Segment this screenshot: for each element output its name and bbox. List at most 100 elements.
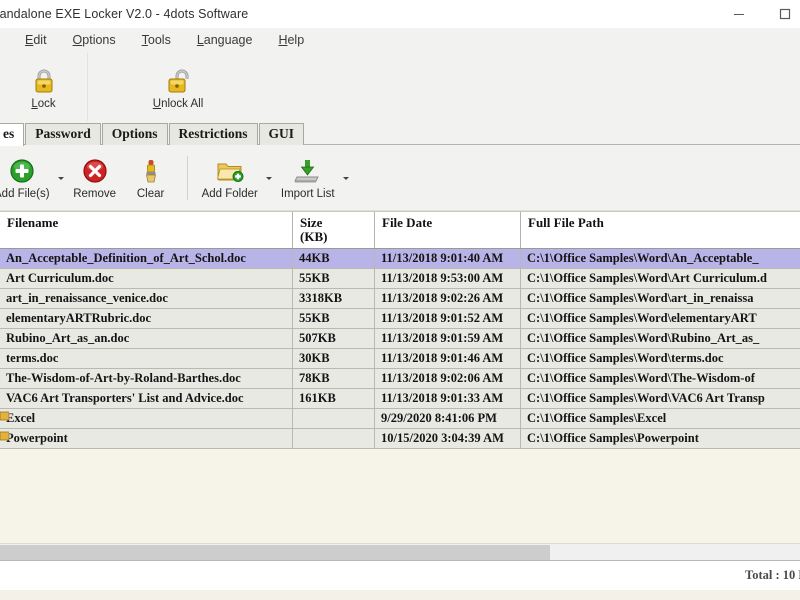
cell-filename: Excel	[0, 409, 293, 428]
tab-strip: es Password Options Restrictions GUI	[0, 121, 800, 145]
title-bar: tandalone EXE Locker V2.0 - 4dots Softwa…	[0, 0, 800, 28]
cell-fullfilepath: C:\1\Office Samples\Excel	[521, 409, 800, 428]
brush-icon	[138, 156, 164, 186]
cell-filedate: 10/15/2020 3:04:39 AM	[375, 429, 521, 448]
import-download-icon	[294, 156, 322, 186]
table-row[interactable]: Rubino_Art_as_an.doc 507KB 11/13/2018 9:…	[0, 329, 800, 349]
remove-button[interactable]: Remove	[67, 156, 123, 200]
tab-options[interactable]: Options	[102, 123, 168, 145]
status-total-label: Total : 10 F	[745, 568, 800, 583]
column-header-size-line2: (KB)	[300, 229, 327, 244]
toolbar-separator	[187, 156, 188, 200]
add-folder-dropdown-icon[interactable]	[264, 163, 275, 193]
table-row[interactable]: The-Wisdom-of-Art-by-Roland-Barthes.doc …	[0, 369, 800, 389]
clear-label: Clear	[137, 188, 164, 200]
table-row[interactable]: art_in_renaissance_venice.doc 3318KB 11/…	[0, 289, 800, 309]
menu-item-tools[interactable]: Tools	[129, 28, 184, 53]
cell-filename: An_Acceptable_Definition_of_Art_Schol.do…	[0, 249, 293, 268]
table-row[interactable]: Art Curriculum.doc 55KB 11/13/2018 9:53:…	[0, 269, 800, 289]
cell-filename: terms.doc	[0, 349, 293, 368]
unlock-all-button[interactable]: Unlock All	[153, 65, 204, 110]
column-header-filedate[interactable]: File Date	[375, 212, 521, 248]
window-title: tandalone EXE Locker V2.0 - 4dots Softwa…	[0, 7, 248, 21]
table-row[interactable]: VAC6 Art Transporters' List and Advice.d…	[0, 389, 800, 409]
cell-filedate: 11/13/2018 9:01:59 AM	[375, 329, 521, 348]
table-row[interactable]: An_Acceptable_Definition_of_Art_Schol.do…	[0, 249, 800, 269]
cell-filename: VAC6 Art Transporters' List and Advice.d…	[0, 389, 293, 408]
tab-files[interactable]: es	[0, 123, 24, 146]
lock-group: Lock	[0, 53, 88, 121]
cell-filedate: 11/13/2018 9:01:40 AM	[375, 249, 521, 268]
cell-fullfilepath: C:\1\Office Samples\Word\Art Curriculum.…	[521, 269, 800, 288]
grid-header-row: Filename Size (KB) File Date Full File P…	[0, 211, 800, 249]
menu-item-options[interactable]: Options	[60, 28, 129, 53]
table-row[interactable]: Excel 9/29/2020 8:41:06 PM C:\1\Office S…	[0, 409, 800, 429]
menu-label-language: anguage	[204, 33, 253, 47]
column-header-size[interactable]: Size (KB)	[293, 212, 375, 248]
lock-button-label: Lock	[31, 98, 55, 110]
tab-password[interactable]: Password	[25, 123, 101, 145]
menu-accel-language: L	[197, 33, 204, 47]
cell-fullfilepath: C:\1\Office Samples\Word\art_in_renaissa	[521, 289, 800, 308]
add-files-dropdown-icon[interactable]	[56, 163, 67, 193]
main-ribbon: Lock Unlock All	[0, 53, 800, 121]
import-list-dropdown-icon[interactable]	[341, 163, 352, 193]
cell-filename: elementaryARTRubric.doc	[0, 309, 293, 328]
menu-bar: Edit Options Tools Language Help	[0, 28, 800, 53]
cell-size: 3318KB	[293, 289, 375, 308]
cell-fullfilepath: C:\1\Office Samples\Word\Rubino_Art_as_	[521, 329, 800, 348]
cell-filedate: 11/13/2018 9:02:06 AM	[375, 369, 521, 388]
cell-size: 161KB	[293, 389, 375, 408]
status-bar: Total : 10 F	[0, 560, 800, 590]
tab-restrictions[interactable]: Restrictions	[169, 123, 258, 145]
table-row[interactable]: elementaryARTRubric.doc 55KB 11/13/2018 …	[0, 309, 800, 329]
minimize-icon	[733, 8, 745, 20]
maximize-icon	[779, 8, 791, 20]
menu-item-language[interactable]: Language	[184, 28, 266, 53]
cell-size: 55KB	[293, 309, 375, 328]
file-list-grid: Filename Size (KB) File Date Full File P…	[0, 211, 800, 449]
menu-item-edit[interactable]: Edit	[12, 28, 60, 53]
cell-size: 30KB	[293, 349, 375, 368]
add-files-label: Add File(s)	[0, 188, 50, 200]
import-list-button[interactable]: Import List	[275, 156, 341, 200]
cell-fullfilepath: C:\1\Office Samples\Word\terms.doc	[521, 349, 800, 368]
unlock-all-group: Unlock All	[88, 53, 268, 121]
file-list-area: Filename Size (KB) File Date Full File P…	[0, 211, 800, 543]
cell-filedate: 11/13/2018 9:01:46 AM	[375, 349, 521, 368]
files-toolbar: Add File(s) Remove	[0, 145, 800, 211]
clear-button[interactable]: Clear	[123, 156, 179, 200]
tab-gui[interactable]: GUI	[259, 123, 305, 145]
padlock-open-icon	[164, 65, 192, 95]
cell-filedate: 11/13/2018 9:53:00 AM	[375, 269, 521, 288]
add-files-button[interactable]: Add File(s)	[0, 156, 56, 200]
lock-button[interactable]: Lock	[31, 65, 57, 110]
cell-filename: The-Wisdom-of-Art-by-Roland-Barthes.doc	[0, 369, 293, 388]
cell-fullfilepath: C:\1\Office Samples\Word\The-Wisdom-of	[521, 369, 800, 388]
maximize-button[interactable]	[762, 0, 800, 28]
green-plus-circle-icon	[9, 156, 35, 186]
add-folder-button[interactable]: Add Folder	[196, 156, 264, 200]
table-row[interactable]: Powerpoint 10/15/2020 3:04:39 AM C:\1\Of…	[0, 429, 800, 449]
folder-icon	[0, 429, 9, 441]
cell-filedate: 11/13/2018 9:01:52 AM	[375, 309, 521, 328]
cell-fullfilepath: C:\1\Office Samples\Powerpoint	[521, 429, 800, 448]
folder-add-icon	[215, 156, 245, 186]
horizontal-scrollbar-thumb[interactable]	[0, 545, 550, 560]
folder-icon	[0, 409, 9, 421]
horizontal-scrollbar[interactable]	[0, 543, 800, 560]
minimize-button[interactable]	[716, 0, 762, 28]
cell-size: 78KB	[293, 369, 375, 388]
menu-label-tools: ools	[148, 33, 171, 47]
column-header-fullfilepath[interactable]: Full File Path	[521, 212, 800, 248]
column-header-filename[interactable]: Filename	[0, 212, 293, 248]
menu-item-help[interactable]: Help	[265, 28, 317, 53]
cell-filedate: 11/13/2018 9:01:33 AM	[375, 389, 521, 408]
cell-filename: Powerpoint	[0, 429, 293, 448]
menu-accel-options: O	[73, 33, 83, 47]
column-header-size-line1: Size	[300, 215, 322, 230]
cell-size: 44KB	[293, 249, 375, 268]
grid-body: An_Acceptable_Definition_of_Art_Schol.do…	[0, 249, 800, 449]
cell-filename: art_in_renaissance_venice.doc	[0, 289, 293, 308]
table-row[interactable]: terms.doc 30KB 11/13/2018 9:01:46 AM C:\…	[0, 349, 800, 369]
